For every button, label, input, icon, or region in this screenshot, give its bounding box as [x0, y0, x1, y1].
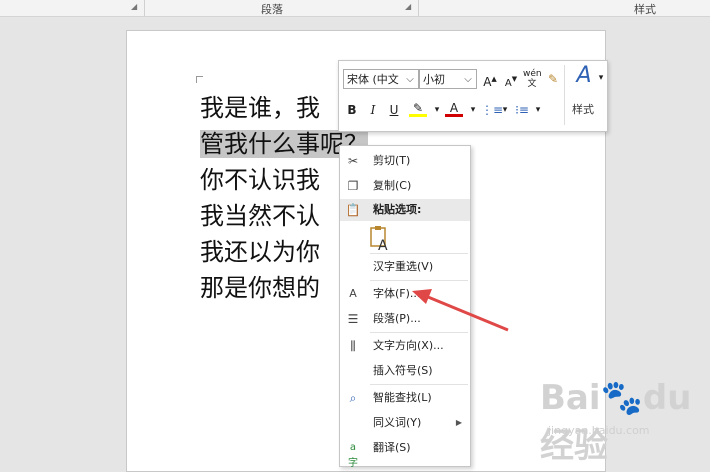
baidu-watermark-logo: Bai🐾du 经验	[540, 378, 692, 466]
watermark-url: jingyan.baidu.com	[548, 424, 650, 437]
